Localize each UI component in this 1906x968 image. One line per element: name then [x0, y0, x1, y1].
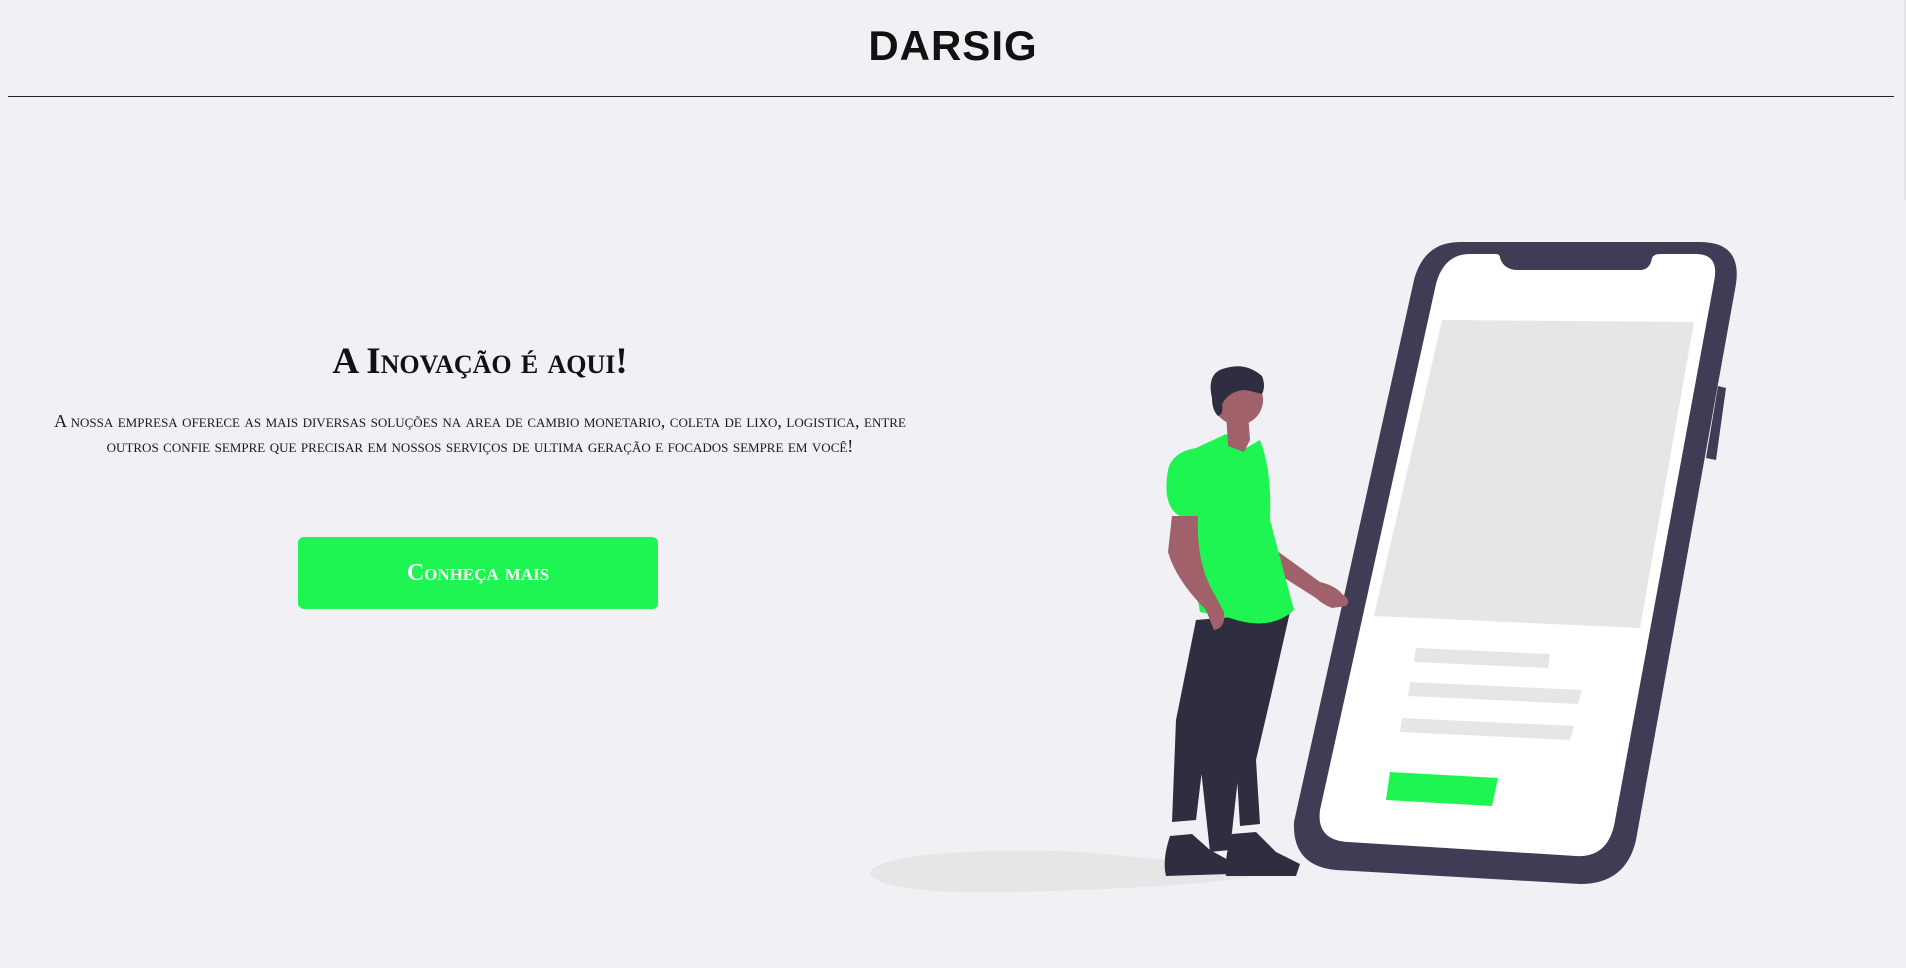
- hero-title: A Inovação é aqui!: [332, 341, 628, 382]
- header-divider: [8, 96, 1894, 97]
- site-header: DARSIG: [0, 0, 1906, 98]
- person-shoe: [1225, 832, 1300, 876]
- hero-description: A nossa empresa oferece as mais diversas…: [54, 411, 906, 456]
- brand-logo[interactable]: DARSIG: [0, 22, 1906, 70]
- hero-section: A Inovação é aqui! A nossa empresa ofere…: [30, 340, 930, 459]
- screen-button: [1386, 772, 1498, 806]
- person-with-smartphone-illustration: [860, 230, 1760, 915]
- learn-more-button[interactable]: Conheça mais: [298, 537, 658, 609]
